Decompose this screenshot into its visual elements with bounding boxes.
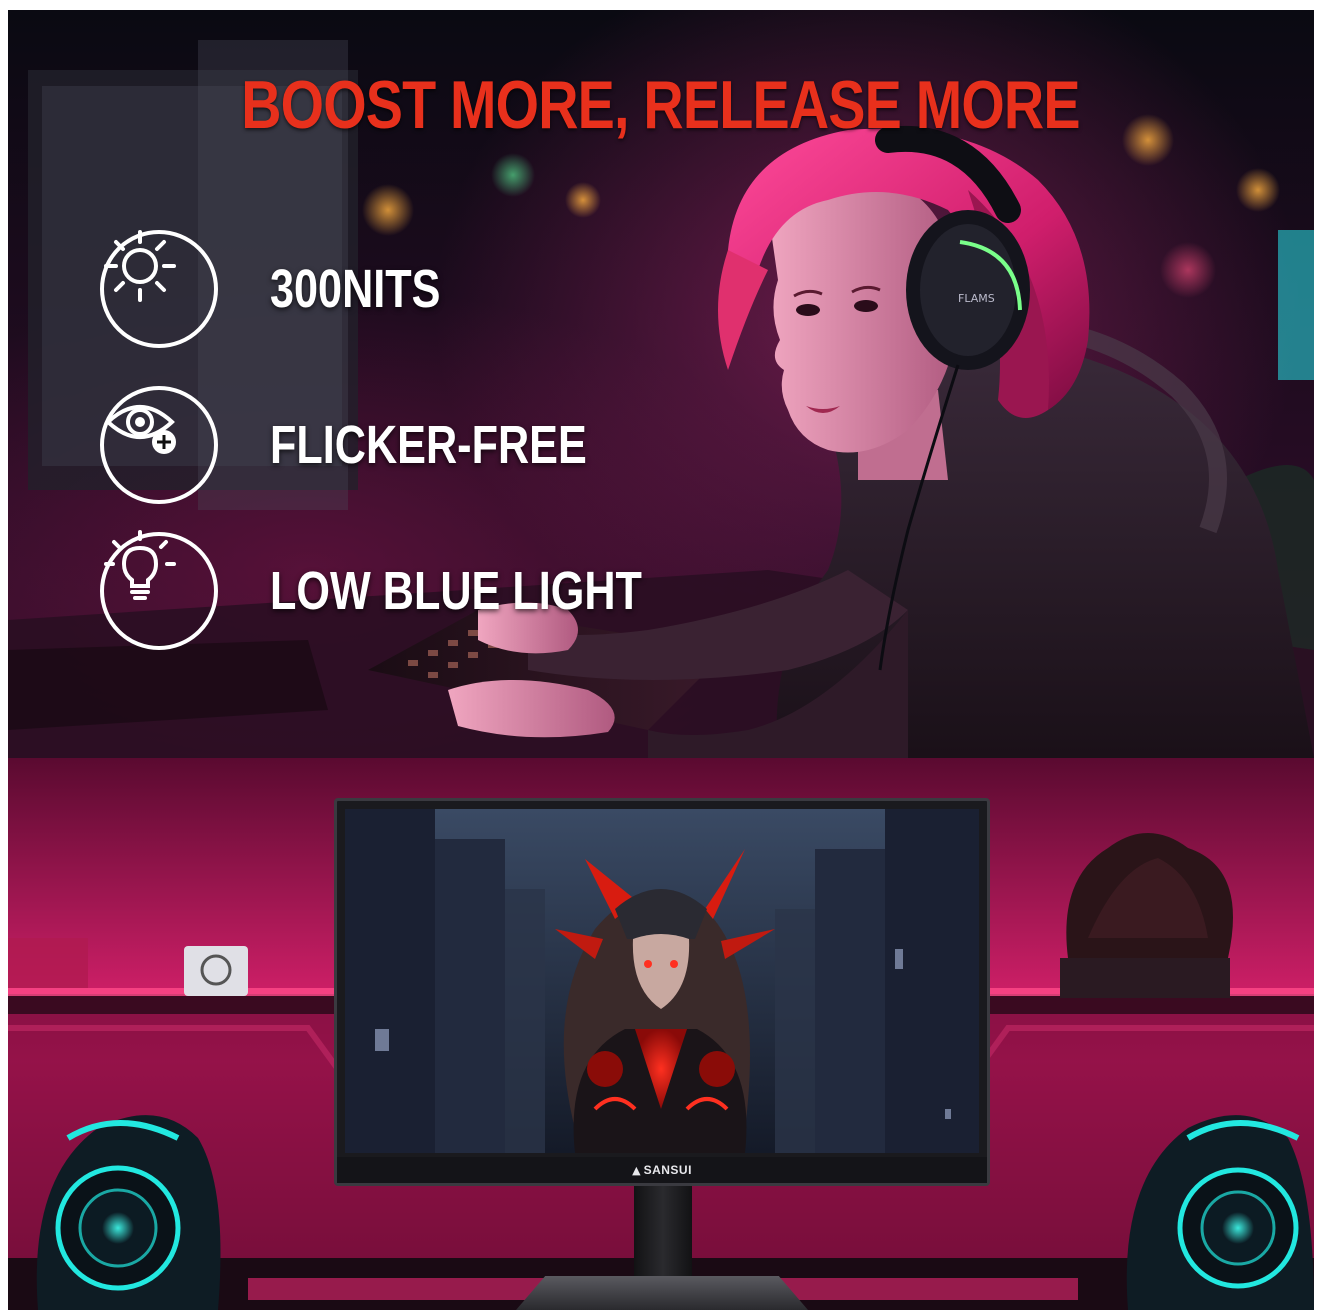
feature-flicker-free: FLICKER-FREE <box>100 382 666 508</box>
feature-label: 300NITS <box>270 259 441 319</box>
feature-low-blue-light: LOW BLUE LIGHT <box>100 528 735 654</box>
feature-label: LOW BLUE LIGHT <box>270 561 642 621</box>
monitor-bezel: ▲ SANSUI <box>337 1157 987 1183</box>
headline: BOOST MORE, RELEASE MORE <box>241 67 1080 143</box>
product-banner: FLAMS BOOST MORE, RELEASE MORE 300NITS F… <box>8 10 1314 1310</box>
monitor-screen <box>345 809 979 1153</box>
sun-brightness-icon <box>100 230 218 348</box>
feature-label: FLICKER-FREE <box>270 415 587 475</box>
feature-brightness: 300NITS <box>100 226 483 352</box>
brand-label: SANSUI <box>643 1163 692 1177</box>
screen-artwork <box>345 809 979 1153</box>
eye-care-icon <box>100 386 218 504</box>
brand-logo-icon: ▲ <box>632 1163 641 1177</box>
monitor-stand-neck <box>634 1186 692 1286</box>
light-bulb-icon <box>100 530 218 650</box>
monitor-stand-base <box>516 1276 808 1310</box>
svg-text:FLAMS: FLAMS <box>958 292 995 305</box>
monitor: ▲ SANSUI <box>334 798 990 1186</box>
gamer-scene-photo: FLAMS BOOST MORE, RELEASE MORE 300NITS F… <box>8 10 1314 758</box>
